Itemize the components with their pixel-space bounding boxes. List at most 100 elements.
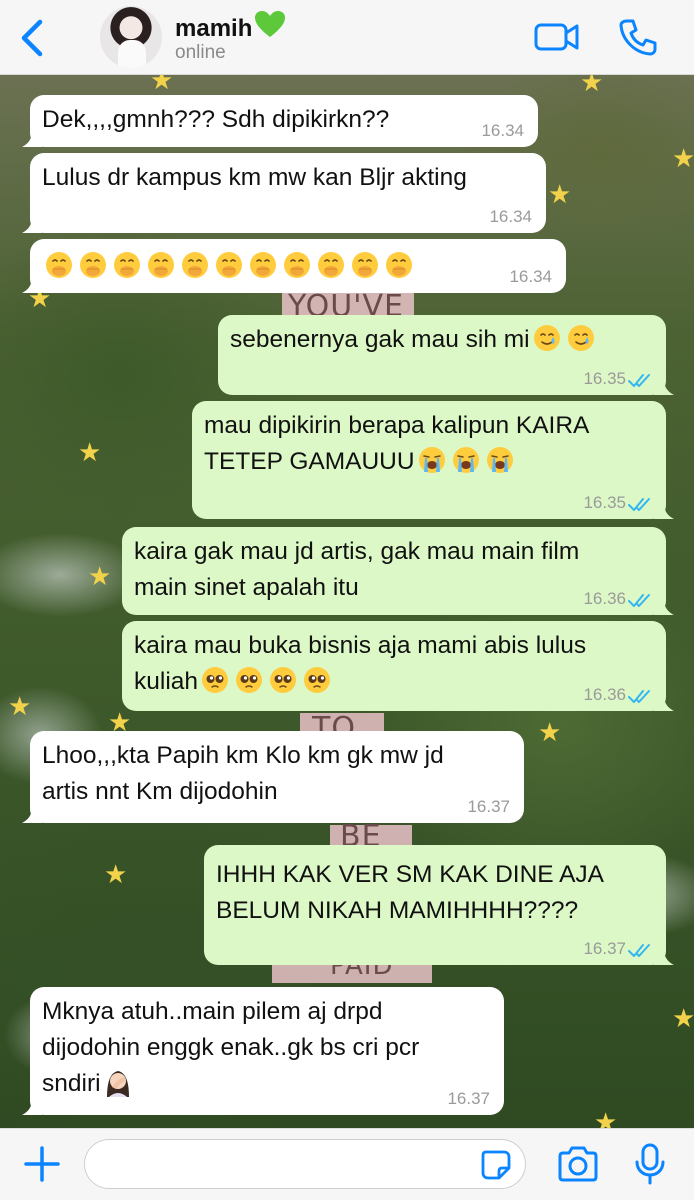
message-time: 16.34: [509, 267, 552, 286]
read-receipt-icon: [628, 690, 650, 703]
chat-header: mamih online: [0, 0, 694, 75]
message-line: kaira gak mau jd artis, gak mau main fil…: [134, 538, 580, 565]
star-decoration: ★: [78, 437, 102, 467]
star-decoration: ★: [538, 717, 562, 747]
crying-smile-icon: [532, 323, 562, 353]
star-decoration: ★: [88, 561, 112, 591]
pleading-face-icon: [268, 665, 298, 695]
message-text: Lulus dr kampus km mw kan Bljr akting: [42, 164, 467, 191]
hand-over-mouth-icon: [146, 250, 176, 280]
hand-over-mouth-icon: [282, 250, 312, 280]
chat-background[interactable]: YOU'VE TO BE PAID ★ ★ ★ ★ ★ ★ ★ ★ ★ ★ ★ …: [0, 75, 694, 1128]
outgoing-message[interactable]: mau dipikirin berapa kalipun KAIRA TETEP…: [192, 401, 674, 519]
outgoing-message[interactable]: kaira mau buka bisnis aja mami abis lulu…: [122, 621, 674, 711]
star-decoration: ★: [548, 179, 572, 209]
microphone-icon[interactable]: [634, 1143, 666, 1185]
sticker-icon[interactable]: [480, 1149, 512, 1181]
message-time: 16.37: [467, 797, 510, 816]
hand-over-mouth-icon: [112, 250, 142, 280]
message-line: IHHH KAK VER SM KAK DINE AJA: [216, 861, 605, 888]
hand-over-mouth-icon: [384, 250, 414, 280]
message-line: Lhoo,,,kta Papih km Klo km gk mw jd: [42, 742, 444, 769]
message-text: Dek,,,,gmnh??? Sdh dipikirkn??: [42, 106, 390, 133]
bubble-tail: [654, 503, 674, 519]
message-line: TETEP GAMAUUU: [204, 448, 415, 475]
message-line: sndiri: [42, 1070, 101, 1097]
incoming-message[interactable]: Dek,,,,gmnh??? Sdh dipikirkn?? 16.34: [22, 95, 538, 147]
incoming-message[interactable]: Lhoo,,,kta Papih km Klo km gk mw jd arti…: [22, 731, 524, 823]
pleading-face-icon: [302, 665, 332, 695]
star-decoration: ★: [594, 1107, 618, 1128]
phone-call-icon[interactable]: [618, 18, 658, 56]
loudly-crying-icon: [485, 445, 515, 475]
pleading-face-icon: [234, 665, 264, 695]
emoji-row: [198, 665, 334, 695]
message-time: 16.36: [583, 685, 626, 704]
green-heart-icon: [255, 11, 286, 37]
bubble-tail: [654, 599, 674, 615]
incoming-message[interactable]: 16.34: [22, 239, 566, 293]
bubble-tail: [22, 131, 42, 147]
message-time: 16.34: [489, 207, 532, 226]
loudly-crying-icon: [451, 445, 481, 475]
pleading-face-icon: [200, 665, 230, 695]
message-line: mau dipikirin berapa kalipun KAIRA: [204, 412, 590, 439]
bubble-tail: [22, 807, 42, 823]
message-time: 16.34: [481, 121, 524, 140]
message-line: BELUM NIKAH MAMIHHHH????: [216, 897, 579, 924]
hand-over-mouth-icon: [350, 250, 380, 280]
star-decoration: ★: [672, 1003, 694, 1033]
outgoing-message[interactable]: IHHH KAK VER SM KAK DINE AJA BELUM NIKAH…: [204, 845, 674, 965]
camera-icon[interactable]: [556, 1145, 600, 1183]
message-time: 16.36: [583, 589, 626, 608]
contact-name-row[interactable]: mamih: [175, 10, 286, 43]
message-time: 16.35: [583, 369, 626, 388]
message-line: artis nnt Km dijodohin: [42, 778, 278, 805]
emoji-row: [101, 1070, 135, 1097]
message-line: dijodohin enggk enak..gk bs cri pcr: [42, 1034, 420, 1061]
message-text: sebenernya gak mau sih mi: [230, 326, 530, 353]
read-receipt-icon: [628, 374, 650, 387]
star-decoration: ★: [580, 75, 604, 97]
message-line: kuliah: [134, 668, 199, 695]
message-line: main sinet apalah itu: [134, 574, 359, 601]
hand-over-mouth-icon: [316, 250, 346, 280]
bubble-tail: [22, 1099, 42, 1115]
outgoing-message[interactable]: kaira gak mau jd artis, gak mau main fil…: [122, 527, 674, 615]
video-call-icon[interactable]: [534, 20, 580, 54]
star-decoration: ★: [672, 143, 694, 173]
crying-smile-icon: [566, 323, 596, 353]
incoming-message[interactable]: Mknya atuh..main pilem aj drpd dijodohin…: [22, 987, 504, 1115]
plus-icon[interactable]: [22, 1144, 62, 1184]
read-receipt-icon: [628, 498, 650, 511]
hand-over-mouth-icon: [78, 250, 108, 280]
woman-facepalming-icon: [103, 1067, 133, 1097]
read-receipt-icon: [628, 594, 650, 607]
emoji-row: [415, 445, 517, 475]
loudly-crying-icon: [417, 445, 447, 475]
message-time: 16.37: [447, 1089, 490, 1108]
hand-over-mouth-icon: [180, 250, 210, 280]
emoji-row: [42, 250, 416, 280]
star-decoration: ★: [104, 859, 128, 889]
contact-avatar[interactable]: [100, 6, 162, 68]
hand-over-mouth-icon: [214, 250, 244, 280]
outgoing-message[interactable]: sebenernya gak mau sih mi 16.35: [218, 315, 674, 395]
contact-status: online: [175, 42, 226, 63]
bubble-tail: [22, 277, 42, 293]
star-decoration: ★: [8, 691, 32, 721]
bubble-tail: [654, 379, 674, 395]
message-time: 16.37: [583, 939, 626, 958]
bubble-tail: [654, 695, 674, 711]
message-composer: [0, 1128, 694, 1200]
incoming-message[interactable]: Lulus dr kampus km mw kan Bljr akting 16…: [22, 153, 546, 233]
emoji-row: [530, 323, 598, 353]
read-receipt-icon: [628, 944, 650, 957]
message-input[interactable]: [84, 1139, 526, 1189]
bubble-tail: [654, 949, 674, 965]
star-decoration: ★: [150, 75, 174, 95]
hand-over-mouth-icon: [44, 250, 74, 280]
back-chevron-icon[interactable]: [16, 18, 50, 58]
hand-over-mouth-icon: [248, 250, 278, 280]
contact-name[interactable]: mamih: [175, 15, 252, 42]
